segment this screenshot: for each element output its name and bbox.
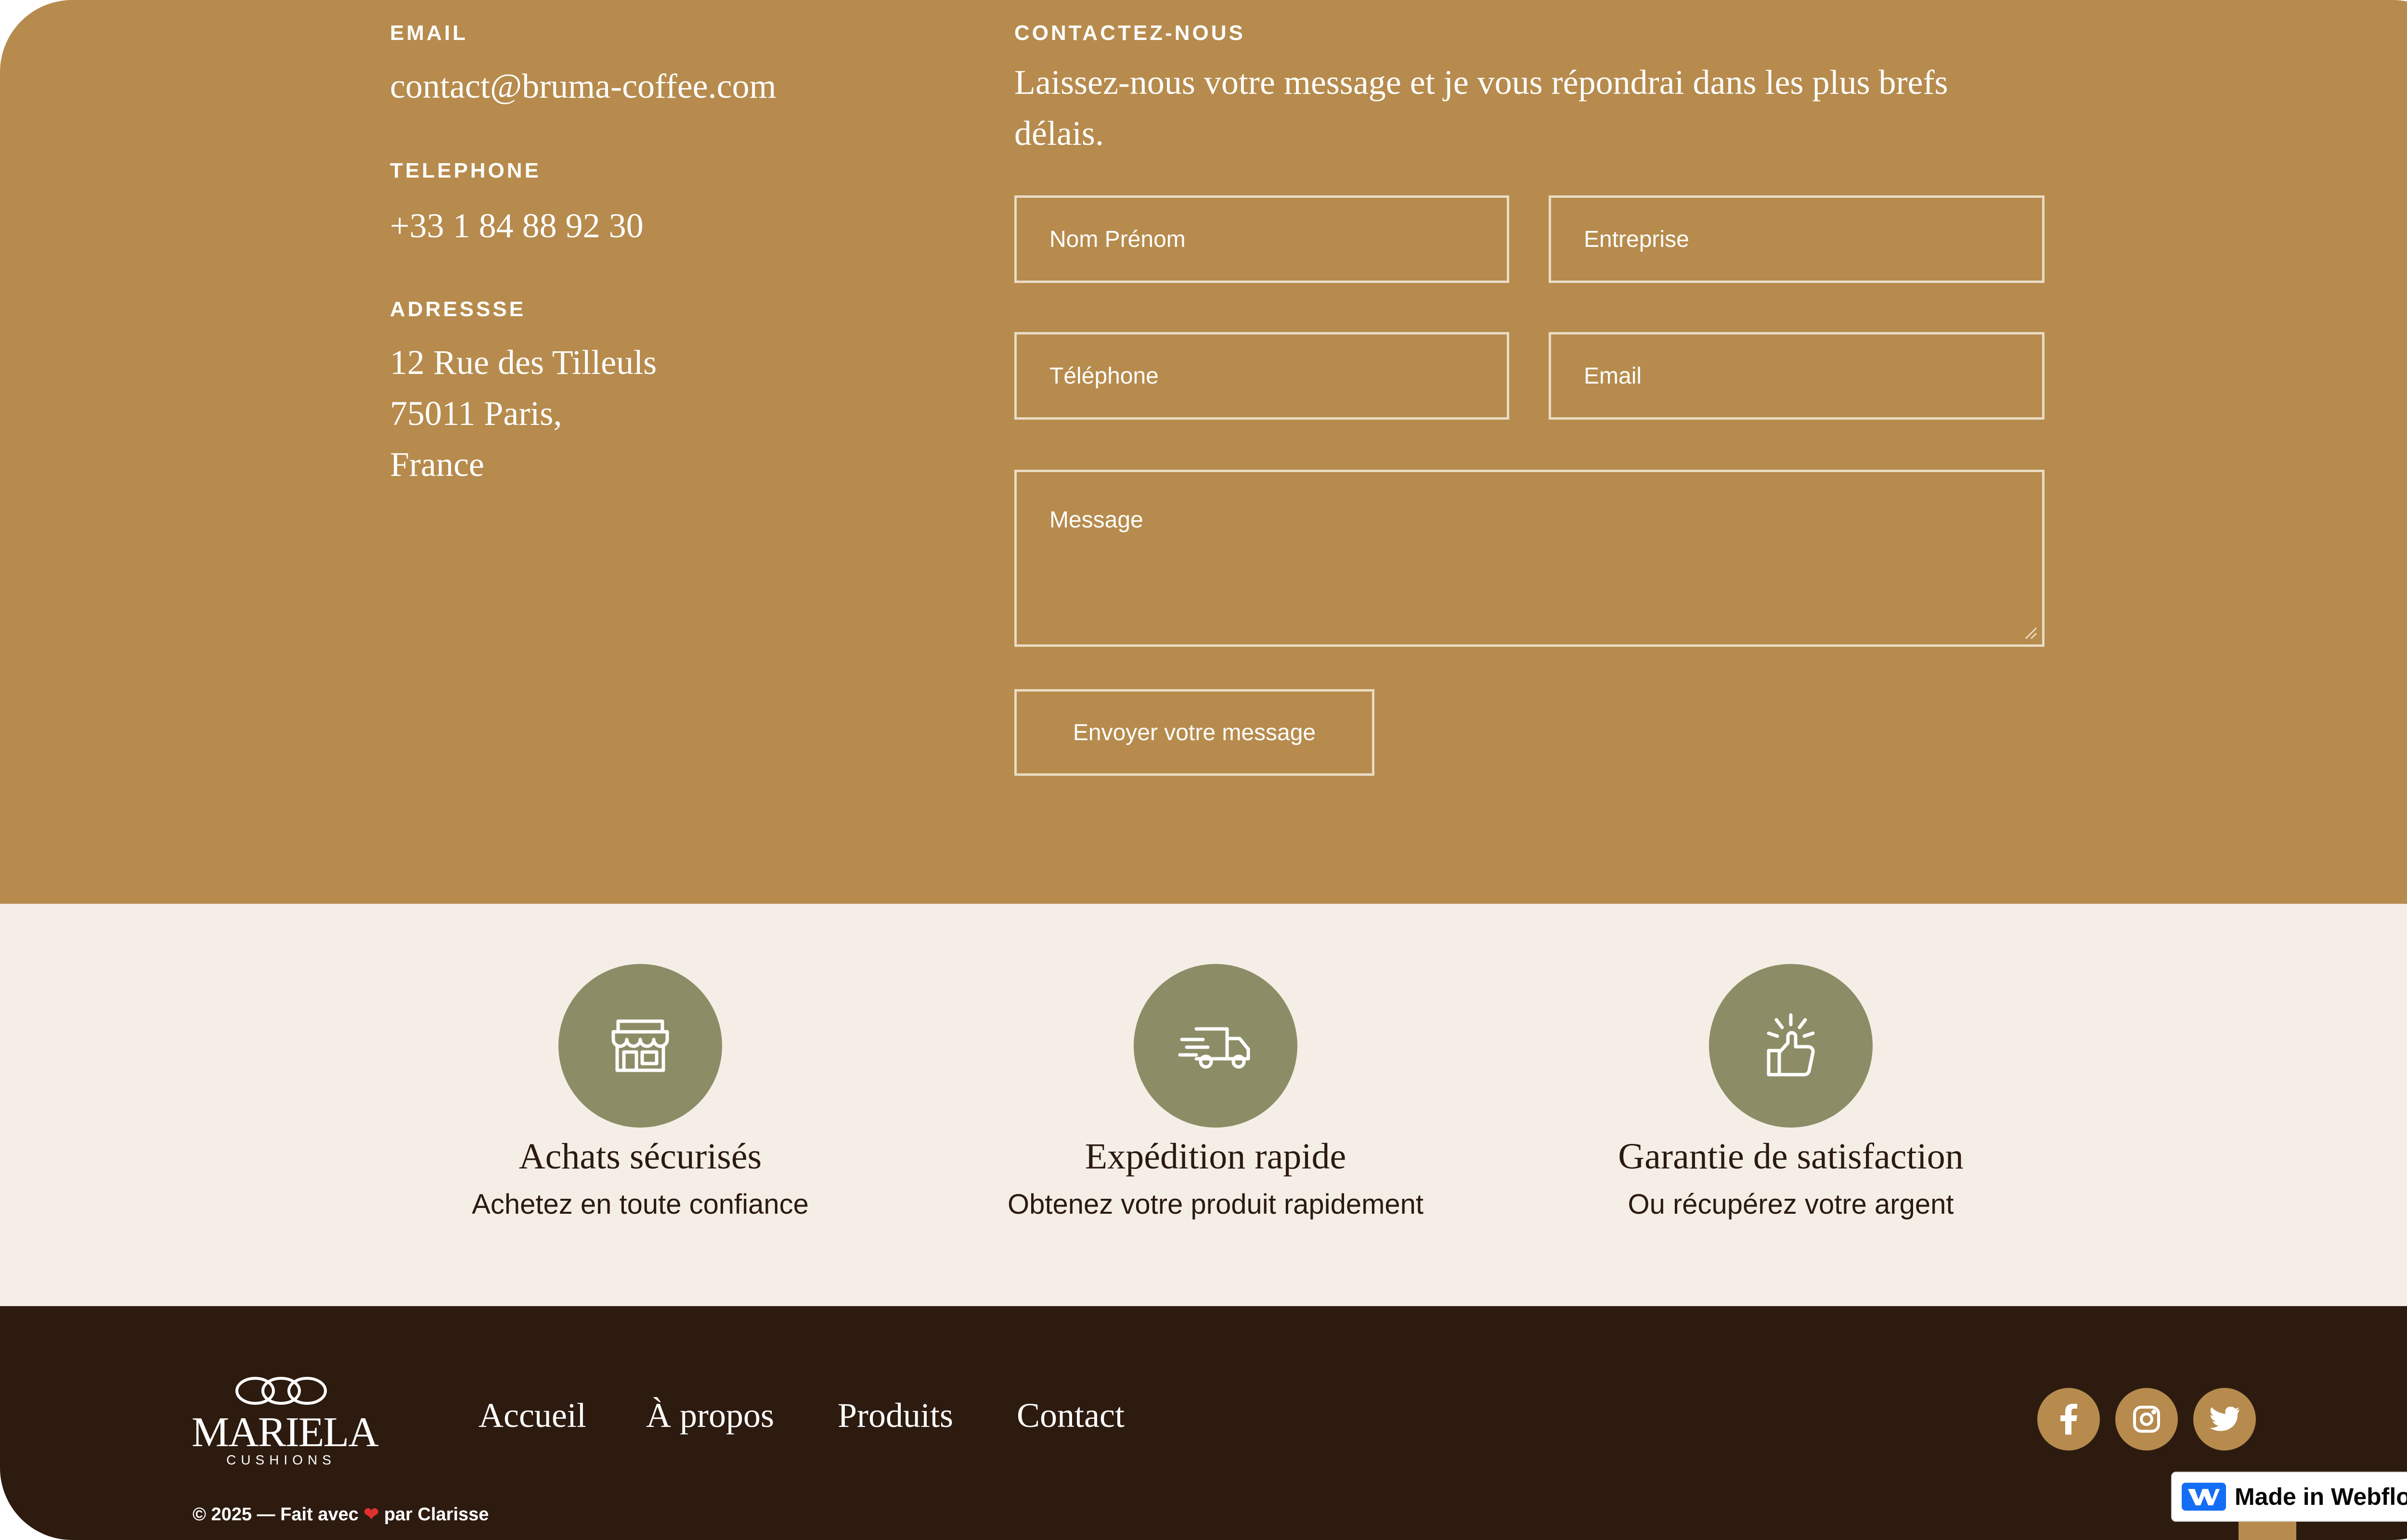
message-field[interactable]: Message bbox=[1014, 470, 2045, 647]
mariela-logo[interactable]: MARIELA CUSHIONS bbox=[192, 1373, 379, 1470]
twitter-link[interactable] bbox=[2193, 1388, 2256, 1450]
phone-field[interactable]: Téléphone bbox=[1014, 332, 1509, 420]
thumbs-up-icon bbox=[1767, 1013, 1815, 1077]
scroll-to-top-button[interactable] bbox=[2239, 1522, 2296, 1540]
instagram-icon bbox=[2133, 1406, 2160, 1433]
badge-label: Made in Webflow bbox=[2235, 1483, 2407, 1510]
name-placeholder: Nom Prénom bbox=[1049, 226, 1186, 252]
logo-tagline: CUSHIONS bbox=[226, 1452, 336, 1467]
instagram-link[interactable] bbox=[2115, 1388, 2178, 1450]
phone-label: TELEPHONE bbox=[390, 159, 541, 182]
twitter-icon bbox=[2210, 1407, 2239, 1431]
facebook-link[interactable] bbox=[2037, 1388, 2100, 1450]
email-placeholder: Email bbox=[1584, 363, 1642, 389]
address-label: ADRESSSE bbox=[390, 297, 526, 321]
form-heading: CONTACTEZ-NOUS bbox=[1014, 21, 1245, 45]
nav-link-contact[interactable]: Contact bbox=[1017, 1394, 1125, 1437]
company-field[interactable]: Entreprise bbox=[1549, 195, 2045, 283]
feature-title: Achats sécurisés bbox=[518, 1136, 762, 1177]
message-placeholder: Message bbox=[1049, 507, 1143, 533]
email-field[interactable]: Email bbox=[1549, 332, 2045, 420]
logo-wordmark: MARIELA bbox=[192, 1409, 379, 1456]
form-intro: Laissez-nous votre message et je vous ré… bbox=[1014, 63, 1948, 153]
address-line: 12 Rue des Tilleuls bbox=[390, 343, 657, 382]
webflow-logo-icon bbox=[2182, 1483, 2226, 1511]
feature-icon-circle bbox=[1709, 964, 1873, 1128]
address-line: 75011 Paris, bbox=[390, 394, 562, 433]
heart-icon: ❤ bbox=[363, 1504, 379, 1525]
webflow-w-icon bbox=[2188, 1489, 2220, 1505]
facebook-icon bbox=[2060, 1404, 2077, 1435]
phone-value[interactable]: +33 1 84 88 92 30 bbox=[390, 200, 644, 251]
email-value[interactable]: contact@bruma-coffee.com bbox=[390, 61, 776, 112]
nav-link-a-propos[interactable]: À propos bbox=[646, 1394, 774, 1437]
site-footer: MARIELA CUSHIONS Accueil À propos Produi… bbox=[0, 1306, 2407, 1540]
nav-link-produits[interactable]: Produits bbox=[838, 1394, 953, 1437]
company-placeholder: Entreprise bbox=[1584, 226, 1689, 252]
features-section: Achats sécurisés Achetez en toute confia… bbox=[0, 904, 2407, 1306]
feature-subtitle: Ou récupérez votre argent bbox=[1628, 1189, 1954, 1220]
copyright-suffix: par Clarisse bbox=[384, 1504, 489, 1525]
send-message-button[interactable]: Envoyer votre message bbox=[1014, 689, 1374, 776]
nav-link-accueil[interactable]: Accueil bbox=[479, 1394, 586, 1437]
copyright: © 2025 — Fait avec ❤ par Clarisse bbox=[193, 1502, 489, 1527]
page: EMAIL contact@bruma-coffee.com TELEPHONE… bbox=[0, 0, 2407, 1540]
resize-handle-icon[interactable] bbox=[2023, 625, 2037, 640]
phone-placeholder: Téléphone bbox=[1049, 363, 1159, 389]
knot-icon bbox=[235, 1377, 327, 1405]
address-line: France bbox=[390, 445, 484, 484]
feature-title: Garantie de satisfaction bbox=[1618, 1136, 1964, 1177]
feature-icon-circle bbox=[1134, 964, 1297, 1128]
delivery-truck-icon bbox=[1178, 1027, 1250, 1069]
contact-section: EMAIL contact@bruma-coffee.com TELEPHONE… bbox=[0, 0, 2407, 904]
send-message-label: Envoyer votre message bbox=[1073, 719, 1316, 745]
feature-icon-circle bbox=[558, 964, 722, 1128]
feature-title: Expédition rapide bbox=[1085, 1136, 1346, 1177]
email-label: EMAIL bbox=[390, 21, 468, 45]
copyright-prefix: © 2025 — Fait avec bbox=[193, 1504, 359, 1525]
name-field[interactable]: Nom Prénom bbox=[1014, 195, 1509, 283]
feature-subtitle: Obtenez votre produit rapidement bbox=[1007, 1189, 1424, 1220]
made-in-webflow-badge[interactable]: Made in Webflow bbox=[2171, 1472, 2407, 1522]
store-icon bbox=[611, 1019, 669, 1072]
feature-subtitle: Achetez en toute confiance bbox=[472, 1189, 809, 1220]
